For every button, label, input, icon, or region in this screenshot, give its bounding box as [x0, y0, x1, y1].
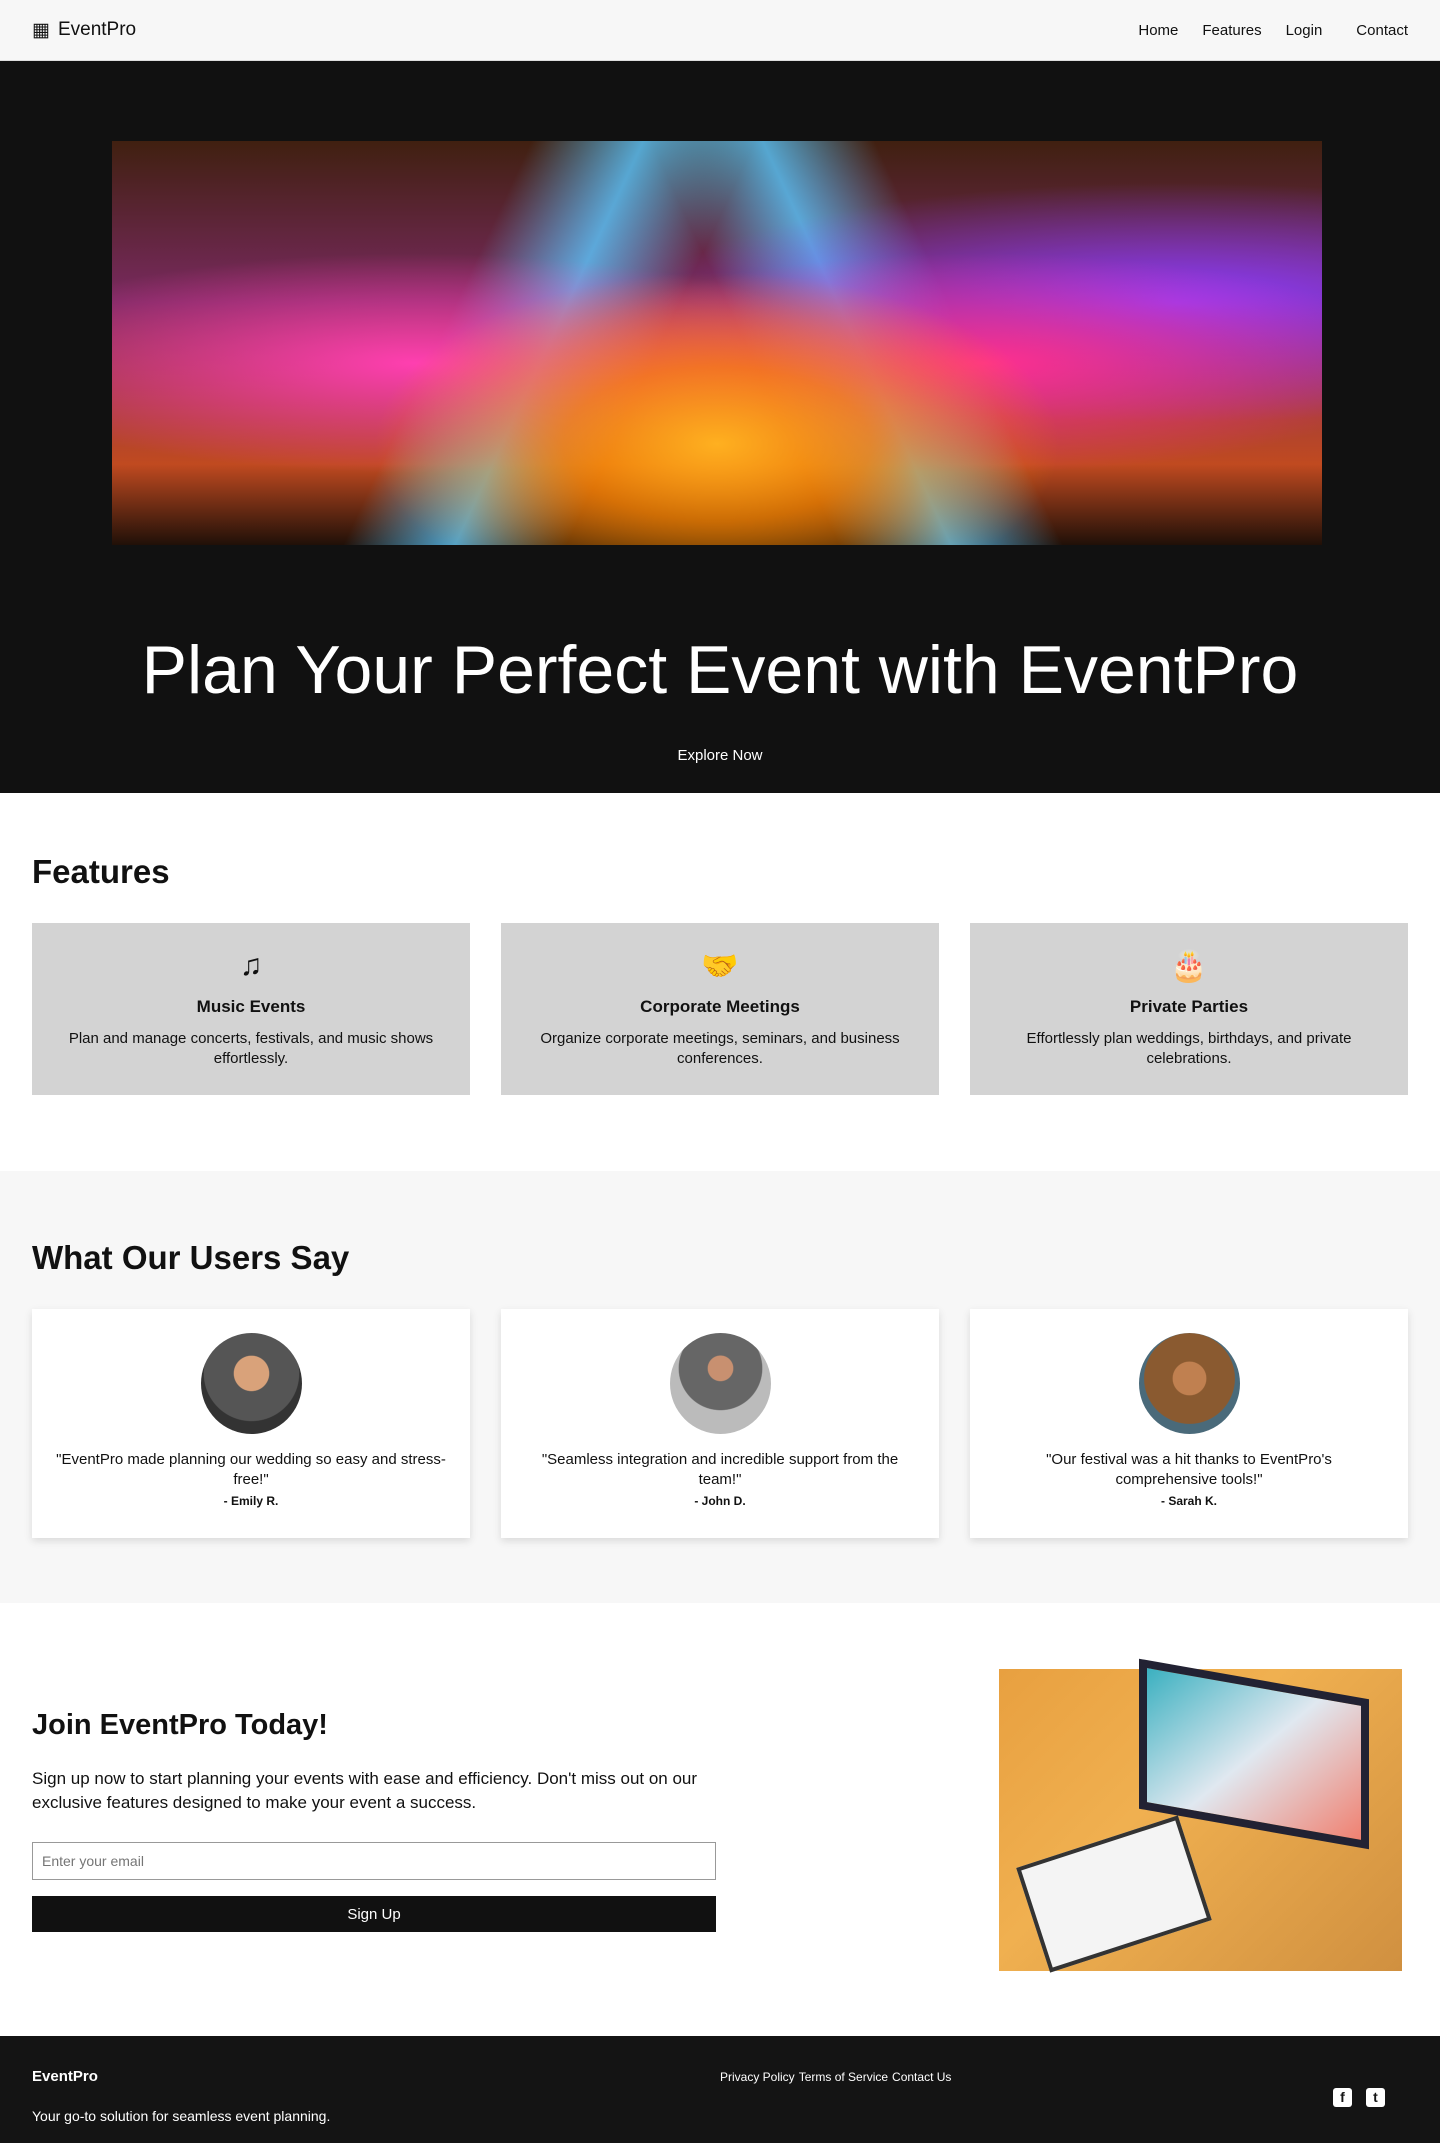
hero: Plan Your Perfect Event with EventPro Ex…: [0, 61, 1440, 793]
facebook-icon[interactable]: f: [1333, 2088, 1352, 2107]
feature-title: Music Events: [196, 997, 306, 1016]
email-input[interactable]: [32, 1842, 716, 1880]
testimonial-card: "Our festival was a hit thanks to EventP…: [970, 1309, 1408, 1538]
testimonial-author: - Sarah K.: [1160, 1494, 1217, 1508]
signup-section: Join EventPro Today! Sign up now to star…: [0, 1603, 1440, 2036]
birthday-cake-icon: 🎂: [1170, 950, 1208, 983]
testimonials-heading: What Our Users Say: [32, 1239, 350, 1276]
nav-contact[interactable]: Contact: [1356, 22, 1408, 39]
planning-illustration: [999, 1658, 1402, 1973]
feature-text: Organize corporate meetings, seminars, a…: [540, 1030, 900, 1067]
brand-name: EventPro: [57, 19, 137, 40]
features-section: Features ♫ Music Events Plan and manage co…: [0, 793, 1440, 1171]
signup-heading: Join EventPro Today!: [32, 1709, 328, 1741]
music-icon: ♫: [239, 949, 263, 982]
twitter-icon[interactable]: t: [1366, 2088, 1385, 2107]
feature-card: 🎂 Private Parties Effortlessly plan weddin…: [970, 923, 1408, 1095]
nav-features[interactable]: Features: [1202, 22, 1261, 39]
terms-link[interactable]: Terms of Service: [799, 2070, 888, 2084]
nav-login[interactable]: Login: [1286, 22, 1323, 39]
features-heading: Features: [32, 853, 170, 890]
feature-text: Plan and manage concerts, festivals, and…: [68, 1030, 434, 1067]
avatar: [200, 1333, 302, 1434]
testimonial-quote: "Our festival was a hit thanks to EventP…: [1046, 1451, 1332, 1488]
calendar-icon: ▦: [32, 19, 50, 41]
footer-brand: EventPro: [32, 2068, 98, 2085]
testimonial-quote: "Seamless integration and incredible sup…: [541, 1451, 899, 1488]
sign-up-button[interactable]: Sign Up: [32, 1896, 716, 1932]
privacy-policy-link[interactable]: Privacy Policy: [720, 2070, 795, 2084]
testimonial-author: - John D.: [694, 1494, 746, 1508]
explore-now-button[interactable]: Explore Now: [677, 747, 762, 764]
avatar: [669, 1333, 771, 1434]
navbar: ▦ EventPro Home Features Login Contact: [0, 0, 1440, 61]
testimonial-card: "EventPro made planning our wedding so e…: [32, 1309, 470, 1538]
testimonial-quote: "EventPro made planning our wedding so e…: [56, 1451, 446, 1488]
testimonial-card: "Seamless integration and incredible sup…: [501, 1309, 939, 1538]
nav-home[interactable]: Home: [1138, 22, 1178, 39]
feature-text: Effortlessly plan weddings, birthdays, a…: [1026, 1030, 1352, 1067]
feature-card: ♫ Music Events Plan and manage concerts, f…: [32, 923, 470, 1095]
handshake-icon: 🤝: [701, 950, 739, 983]
footer-tagline: Your go-to solution for seamless event p…: [32, 2108, 331, 2124]
footer: EventPro Your go-to solution for seamles…: [0, 2036, 1440, 2143]
feature-card: 🤝 Corporate Meetings Organize corporate me…: [501, 923, 939, 1095]
avatar: [1138, 1333, 1240, 1434]
feature-title: Corporate Meetings: [640, 997, 800, 1016]
contact-us-link[interactable]: Contact Us: [892, 2070, 951, 2084]
testimonials-section: What Our Users Say "EventPro made planni…: [0, 1171, 1440, 1603]
feature-title: Private Parties: [1129, 997, 1249, 1016]
hero-title: Plan Your Perfect Event with EventPro: [141, 632, 1299, 708]
brand[interactable]: ▦ EventPro: [32, 19, 136, 42]
signup-text: Sign up now to start planning your event…: [32, 1769, 698, 1812]
testimonial-author: - Emily R.: [223, 1494, 279, 1508]
hero-concert-image: [112, 141, 1322, 545]
